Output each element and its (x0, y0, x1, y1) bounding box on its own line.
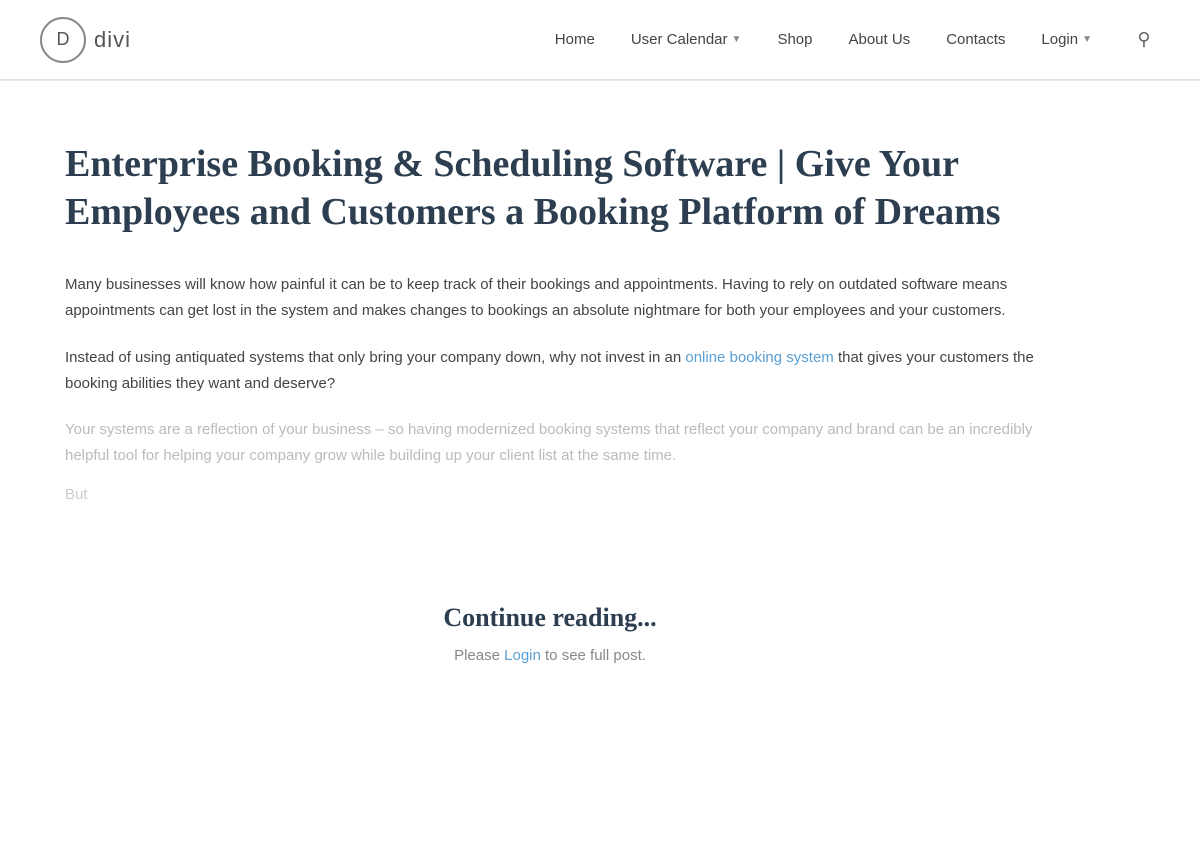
nav-item-contacts[interactable]: Contacts (946, 31, 1005, 48)
faded-label: But (65, 486, 1035, 503)
nav-item-user-calendar[interactable]: User Calendar ▼ (631, 31, 742, 48)
nav-item-shop[interactable]: Shop (777, 31, 812, 48)
continue-reading-sub: Please Login to see full post. (65, 647, 1035, 664)
continue-reading-title: Continue reading... (65, 603, 1035, 633)
nav-item-login[interactable]: Login ▼ (1041, 31, 1092, 48)
logo-icon: D (40, 17, 86, 63)
chevron-down-icon: ▼ (732, 34, 742, 45)
continue-reading-section: Continue reading... Please Login to see … (65, 543, 1035, 704)
main-content: Enterprise Booking & Scheduling Software… (0, 81, 1100, 744)
login-link[interactable]: Login (504, 647, 541, 664)
nav-item-about-us[interactable]: About Us (848, 31, 910, 48)
chevron-down-icon: ▼ (1082, 34, 1092, 45)
logo[interactable]: D divi (40, 17, 131, 63)
paragraph-1: Many businesses will know how painful it… (65, 272, 1035, 325)
logo-name: divi (94, 27, 131, 53)
main-nav: Home User Calendar ▼ Shop About Us Conta… (555, 24, 1160, 56)
search-button[interactable]: ⚲ (1128, 24, 1160, 56)
online-booking-system-link[interactable]: online booking system (685, 349, 833, 366)
faded-paragraph: Your systems are a reflection of your bu… (65, 417, 1035, 470)
paragraph-2: Instead of using antiquated systems that… (65, 345, 1035, 398)
page-title: Enterprise Booking & Scheduling Software… (65, 141, 1035, 236)
nav-item-home[interactable]: Home (555, 31, 595, 48)
site-header: D divi Home User Calendar ▼ Shop About U… (0, 0, 1200, 80)
